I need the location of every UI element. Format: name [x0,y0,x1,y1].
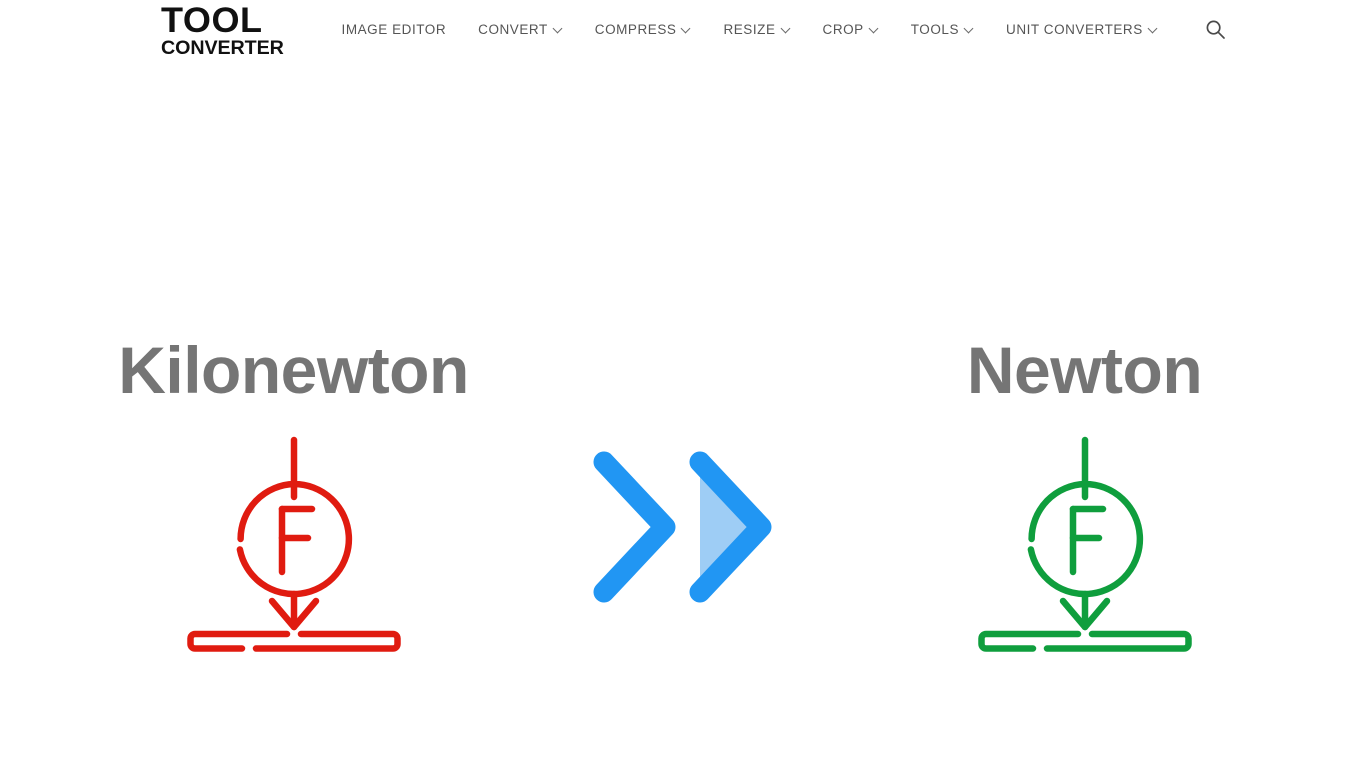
chevron-outline [593,451,676,603]
search-button[interactable] [1194,0,1238,59]
force-on-surface-icon [977,437,1192,653]
source-unit-title: Kilonewton [118,333,469,407]
nav-item-crop[interactable]: CROP [807,0,895,59]
nav-label: UNIT CONVERTERS [1006,22,1143,37]
double-chevron-right-icon [593,451,772,603]
logo-line-1: TOOL [161,1,263,40]
nav-label: COMPRESS [594,22,677,37]
target-unit-block: Newton [872,333,1297,658]
nav-label: CROP [822,22,864,37]
chevron-down-icon [965,24,974,33]
search-icon [1206,20,1226,39]
unit-conversion-illustration: Kilonewton Newton [0,60,1366,768]
target-unit-title: Newton [966,333,1203,407]
site-logo[interactable]: TOOL CONVERTER [161,1,284,60]
force-on-surface-icon [186,437,401,653]
conversion-arrows [590,448,780,611]
force-letter-f [1069,506,1106,576]
chevron-down-icon [554,24,563,33]
nav-item-unit-converters[interactable]: UNIT CONVERTERS [990,0,1174,59]
nav-label: TOOLS [910,22,960,37]
nav-label: RESIZE [723,22,776,37]
source-unit-icon [184,431,404,658]
nav-item-compress[interactable]: COMPRESS [579,0,708,59]
nav-item-image-editor[interactable]: IMAGE EDITOR [326,0,463,59]
chevron-down-icon [682,24,691,33]
target-unit-icon [975,431,1195,658]
logo-line-2: CONVERTER [161,37,284,60]
nav-label: IMAGE EDITOR [341,22,447,37]
source-unit-block: Kilonewton [81,333,506,658]
force-letter-f [278,506,315,576]
chevron-down-icon [870,24,879,33]
site-header: TOOL CONVERTER IMAGE EDITOR CONVERT COMP… [0,0,1366,60]
nav-item-tools[interactable]: TOOLS [895,0,990,59]
main-navigation: IMAGE EDITOR CONVERT COMPRESS RESIZE CRO… [326,0,1238,59]
nav-label: CONVERT [478,22,548,37]
chevron-down-icon [1149,24,1158,33]
nav-item-resize[interactable]: RESIZE [707,0,806,59]
nav-item-convert[interactable]: CONVERT [462,0,579,59]
chevron-down-icon [782,24,791,33]
chevron-filled [689,451,772,603]
